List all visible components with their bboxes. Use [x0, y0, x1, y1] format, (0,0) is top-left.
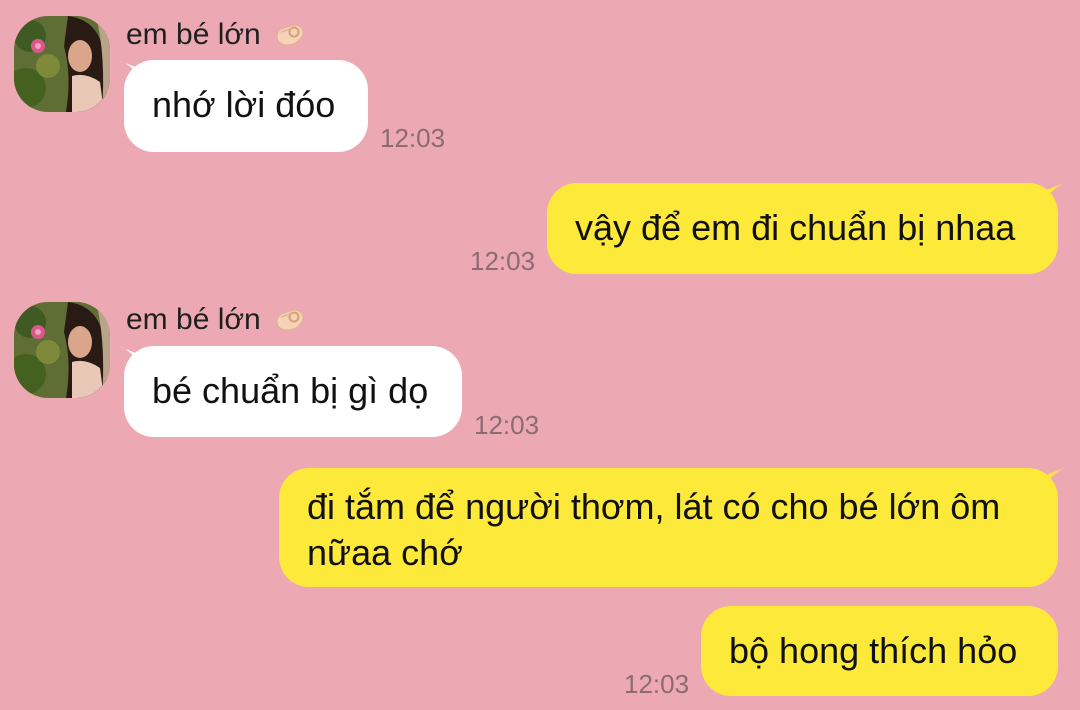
outgoing-message-bubble[interactable]: đi tắm để người thơm, lát có cho bé lớn … — [279, 468, 1058, 587]
bubble-tail — [1044, 468, 1064, 486]
message-text: đi tắm để người thơm, lát có cho bé lớn … — [307, 486, 1001, 573]
incoming-message-bubble[interactable]: bé chuẩn bị gì dọ — [124, 346, 462, 437]
message-timestamp: 12:03 — [470, 246, 536, 276]
avatar-photo-icon — [14, 16, 110, 112]
outgoing-message-bubble[interactable]: bộ hong thích hỏo — [701, 606, 1058, 696]
outgoing-message-bubble[interactable]: vậy để em đi chuẩn bị nhaa — [547, 183, 1058, 274]
message-text: nhớ lời đóo — [152, 84, 336, 125]
message-text: bé chuẩn bị gì dọ — [152, 370, 429, 411]
message-text: vậy để em đi chuẩn bị nhaa — [575, 207, 1016, 248]
message-timestamp: 12:03 — [474, 410, 540, 440]
sender-name: em bé lớn — [126, 303, 261, 336]
incoming-message-bubble[interactable]: nhớ lời đóo — [124, 60, 368, 152]
message-text: bộ hong thích hỏo — [729, 630, 1018, 671]
sender-avatar[interactable] — [14, 302, 110, 398]
sender-header: em bé lớn — [126, 17, 307, 53]
message-timestamp: 12:03 — [624, 669, 690, 699]
chat-view: em bé lớn nhớ lời đóo 12:03 12:03 vậy để… — [0, 0, 1080, 710]
sender-header: em bé lớn — [126, 302, 307, 338]
ok-hand-emoji-icon — [276, 309, 304, 331]
message-timestamp: 12:03 — [380, 123, 446, 153]
sender-name: em bé lớn — [126, 18, 261, 51]
bubble-tail — [1044, 183, 1064, 201]
avatar-photo-icon — [14, 302, 110, 398]
sender-avatar[interactable] — [14, 16, 110, 112]
ok-hand-emoji-icon — [276, 24, 304, 46]
